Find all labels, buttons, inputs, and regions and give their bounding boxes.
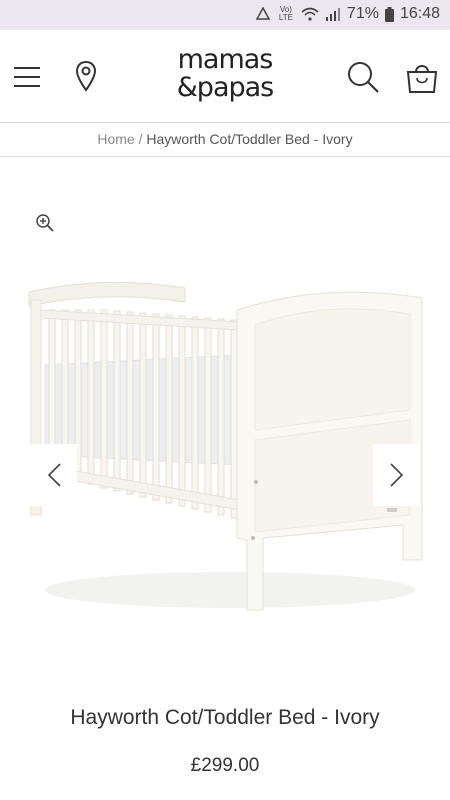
battery-percent: 71% [346,5,379,22]
location-pin-icon[interactable] [74,60,98,92]
product-price: £299.00 [190,755,260,776]
breadcrumb-separator: / [138,131,143,147]
chevron-right-icon [389,463,403,487]
breadcrumb: Home / Hayworth Cot/Toddler Bed - Ivory [0,123,450,157]
search-icon[interactable] [346,60,380,94]
logo-line2: &papas [176,72,275,103]
breadcrumb-home[interactable]: Home [97,131,134,147]
logo-line1: mamas [177,44,274,75]
previous-image-button[interactable] [30,444,77,506]
shopping-bag-icon[interactable] [405,60,439,94]
volte-label: Vo) LTE [278,5,293,22]
site-header: mamas &papas [0,30,450,123]
zoom-in-icon[interactable] [35,213,55,233]
chevron-left-icon [47,463,61,487]
wifi-icon [301,7,319,21]
clock: 16:48 [399,5,440,22]
battery-icon [384,6,394,22]
menu-icon[interactable] [14,67,40,87]
product-image[interactable] [25,270,430,620]
next-image-button[interactable] [373,444,420,506]
signal-icon [325,8,340,21]
status-indicators: Vo) LTE 71% 16:48 [255,5,440,23]
recycle-icon [255,7,271,20]
breadcrumb-current: Hayworth Cot/Toddler Bed - Ivory [146,131,353,147]
brand-logo[interactable]: mamas &papas [150,46,300,106]
status-bar: Vo) LTE 71% 16:48 [0,0,450,30]
product-title: Hayworth Cot/Toddler Bed - Ivory [70,706,380,729]
